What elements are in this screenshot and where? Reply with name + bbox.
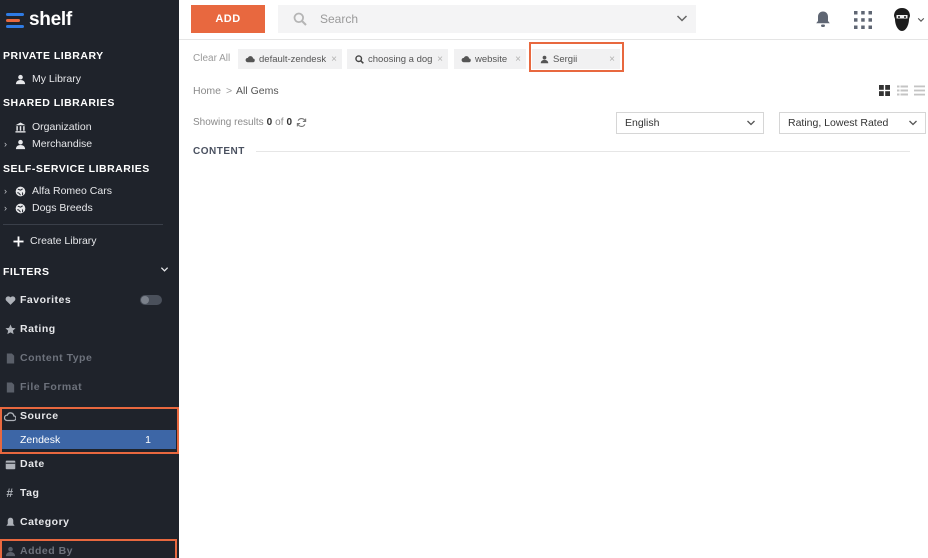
- filter-label: Content Type: [20, 352, 93, 364]
- clear-all-link[interactable]: Clear All: [193, 53, 230, 64]
- calendar-icon: [4, 458, 16, 470]
- sidebar-item-label: Merchandise: [32, 138, 93, 150]
- top-bar: ADD: [179, 0, 928, 40]
- filter-category[interactable]: Category: [0, 512, 179, 532]
- filter-tag-label: choosing a dog: [368, 53, 433, 65]
- create-library-button[interactable]: Create Library: [12, 233, 97, 249]
- filter-label: Rating: [20, 323, 56, 335]
- chevron-right-icon[interactable]: ›: [4, 203, 7, 213]
- sidebar-item-alfa-romeo-cars[interactable]: Alfa Romeo Cars: [14, 183, 112, 199]
- sidebar-divider: [3, 224, 163, 225]
- cloud-icon: [245, 54, 255, 64]
- shelf-logo-icon: [6, 12, 25, 29]
- chevron-down-icon: [746, 118, 756, 131]
- sidebar-item-merchandise[interactable]: Merchandise: [14, 136, 92, 152]
- sort-select-value: Rating, Lowest Rated: [788, 117, 889, 129]
- close-icon[interactable]: ×: [331, 54, 337, 65]
- hashtag-icon: #: [6, 486, 14, 500]
- sidebar-item-my-library[interactable]: My Library: [14, 71, 81, 87]
- search-bar[interactable]: [278, 5, 696, 33]
- sidebar-item-label: Alfa Romeo Cars: [32, 185, 112, 197]
- filter-rating[interactable]: Rating: [0, 319, 179, 339]
- filters-title: FILTERS: [3, 266, 50, 278]
- chevron-down-icon[interactable]: [917, 15, 925, 27]
- plus-icon: [12, 235, 24, 247]
- file-icon: [4, 381, 16, 393]
- bell-icon[interactable]: [815, 10, 831, 31]
- document-icon: [4, 352, 16, 364]
- refresh-icon[interactable]: [296, 117, 307, 128]
- language-select[interactable]: English: [616, 112, 764, 134]
- results-of: of: [275, 117, 284, 128]
- search-input[interactable]: [320, 12, 650, 26]
- grid-view-icon[interactable]: [879, 85, 890, 96]
- sidebar-item-label: My Library: [32, 73, 82, 85]
- highlight-box-source: [0, 407, 179, 454]
- search-icon: [354, 54, 364, 64]
- sidebar: shelf PRIVATE LIBRARY My Library SHARED …: [0, 0, 179, 558]
- filter-label: Favorites: [20, 294, 72, 306]
- filter-tag-website[interactable]: website ×: [454, 49, 526, 69]
- results-from: 0: [266, 117, 273, 128]
- sort-select[interactable]: Rating, Lowest Rated: [779, 112, 926, 134]
- filter-date[interactable]: Date: [0, 454, 179, 474]
- filter-tag-choosing-a-dog[interactable]: choosing a dog ×: [347, 49, 448, 69]
- filter-tag-label: website: [475, 53, 508, 65]
- star-icon: [4, 323, 16, 335]
- close-icon[interactable]: ×: [515, 54, 521, 65]
- sidebar-item-label: Organization: [32, 121, 92, 133]
- globe-icon: [14, 185, 26, 197]
- compact-list-icon[interactable]: [914, 85, 925, 96]
- chevron-right-icon[interactable]: ›: [4, 139, 7, 149]
- content-divider: [256, 151, 910, 152]
- highlight-box-sergii: [529, 42, 624, 72]
- filter-content-type[interactable]: Content Type: [0, 348, 179, 368]
- sidebar-item-label: Dogs Breeds: [32, 202, 93, 214]
- chevron-down-icon[interactable]: [676, 12, 688, 27]
- sidebar-item-dogs-breeds[interactable]: Dogs Breeds: [14, 200, 93, 216]
- filter-file-format[interactable]: File Format: [0, 377, 179, 397]
- globe-icon: [14, 202, 26, 214]
- chevron-down-icon: [908, 118, 918, 131]
- bank-icon: [14, 121, 26, 133]
- chevron-right-icon[interactable]: ›: [4, 186, 7, 196]
- results-count: Showing results 0 of 0: [193, 117, 307, 128]
- self-service-libraries-title: SELF-SERVICE LIBRARIES: [3, 163, 150, 175]
- add-button[interactable]: ADD: [191, 5, 265, 33]
- filter-tag-label: default-zendesk: [259, 53, 327, 65]
- shelf-logo[interactable]: shelf: [6, 8, 72, 32]
- results-prefix: Showing results: [193, 117, 264, 128]
- logo-text: shelf: [29, 9, 72, 30]
- filter-tag-default-zendesk[interactable]: default-zendesk ×: [238, 49, 342, 69]
- filter-label: Tag: [20, 487, 40, 499]
- cloud-icon: [461, 54, 471, 64]
- content-section-title: CONTENT: [193, 146, 245, 157]
- search-icon: [292, 11, 308, 27]
- list-view-icon[interactable]: [897, 85, 908, 96]
- filter-tag[interactable]: # Tag: [0, 483, 179, 503]
- favorites-toggle[interactable]: [140, 295, 162, 305]
- breadcrumb-separator: >: [226, 85, 233, 97]
- filter-label: File Format: [20, 381, 83, 393]
- filter-label: Date: [20, 458, 45, 470]
- category-icon: [4, 516, 16, 528]
- create-library-label: Create Library: [30, 235, 97, 247]
- private-library-title: PRIVATE LIBRARY: [3, 50, 104, 62]
- filter-label: Category: [20, 516, 70, 528]
- breadcrumb-home[interactable]: Home: [193, 85, 221, 97]
- sidebar-item-organization[interactable]: Organization: [14, 119, 92, 135]
- avatar[interactable]: [891, 7, 913, 36]
- user-group-icon: [14, 138, 26, 150]
- chevron-down-icon[interactable]: [160, 265, 169, 277]
- highlight-box-added-by: [0, 539, 177, 558]
- user-library-icon: [14, 73, 26, 85]
- apps-grid-icon[interactable]: [853, 10, 873, 33]
- results-total: 0: [286, 117, 293, 128]
- close-icon[interactable]: ×: [437, 54, 443, 65]
- language-select-value: English: [625, 117, 660, 129]
- heart-icon: [4, 294, 16, 306]
- shared-libraries-title: SHARED LIBRARIES: [3, 97, 115, 109]
- breadcrumb-current: All Gems: [236, 85, 279, 97]
